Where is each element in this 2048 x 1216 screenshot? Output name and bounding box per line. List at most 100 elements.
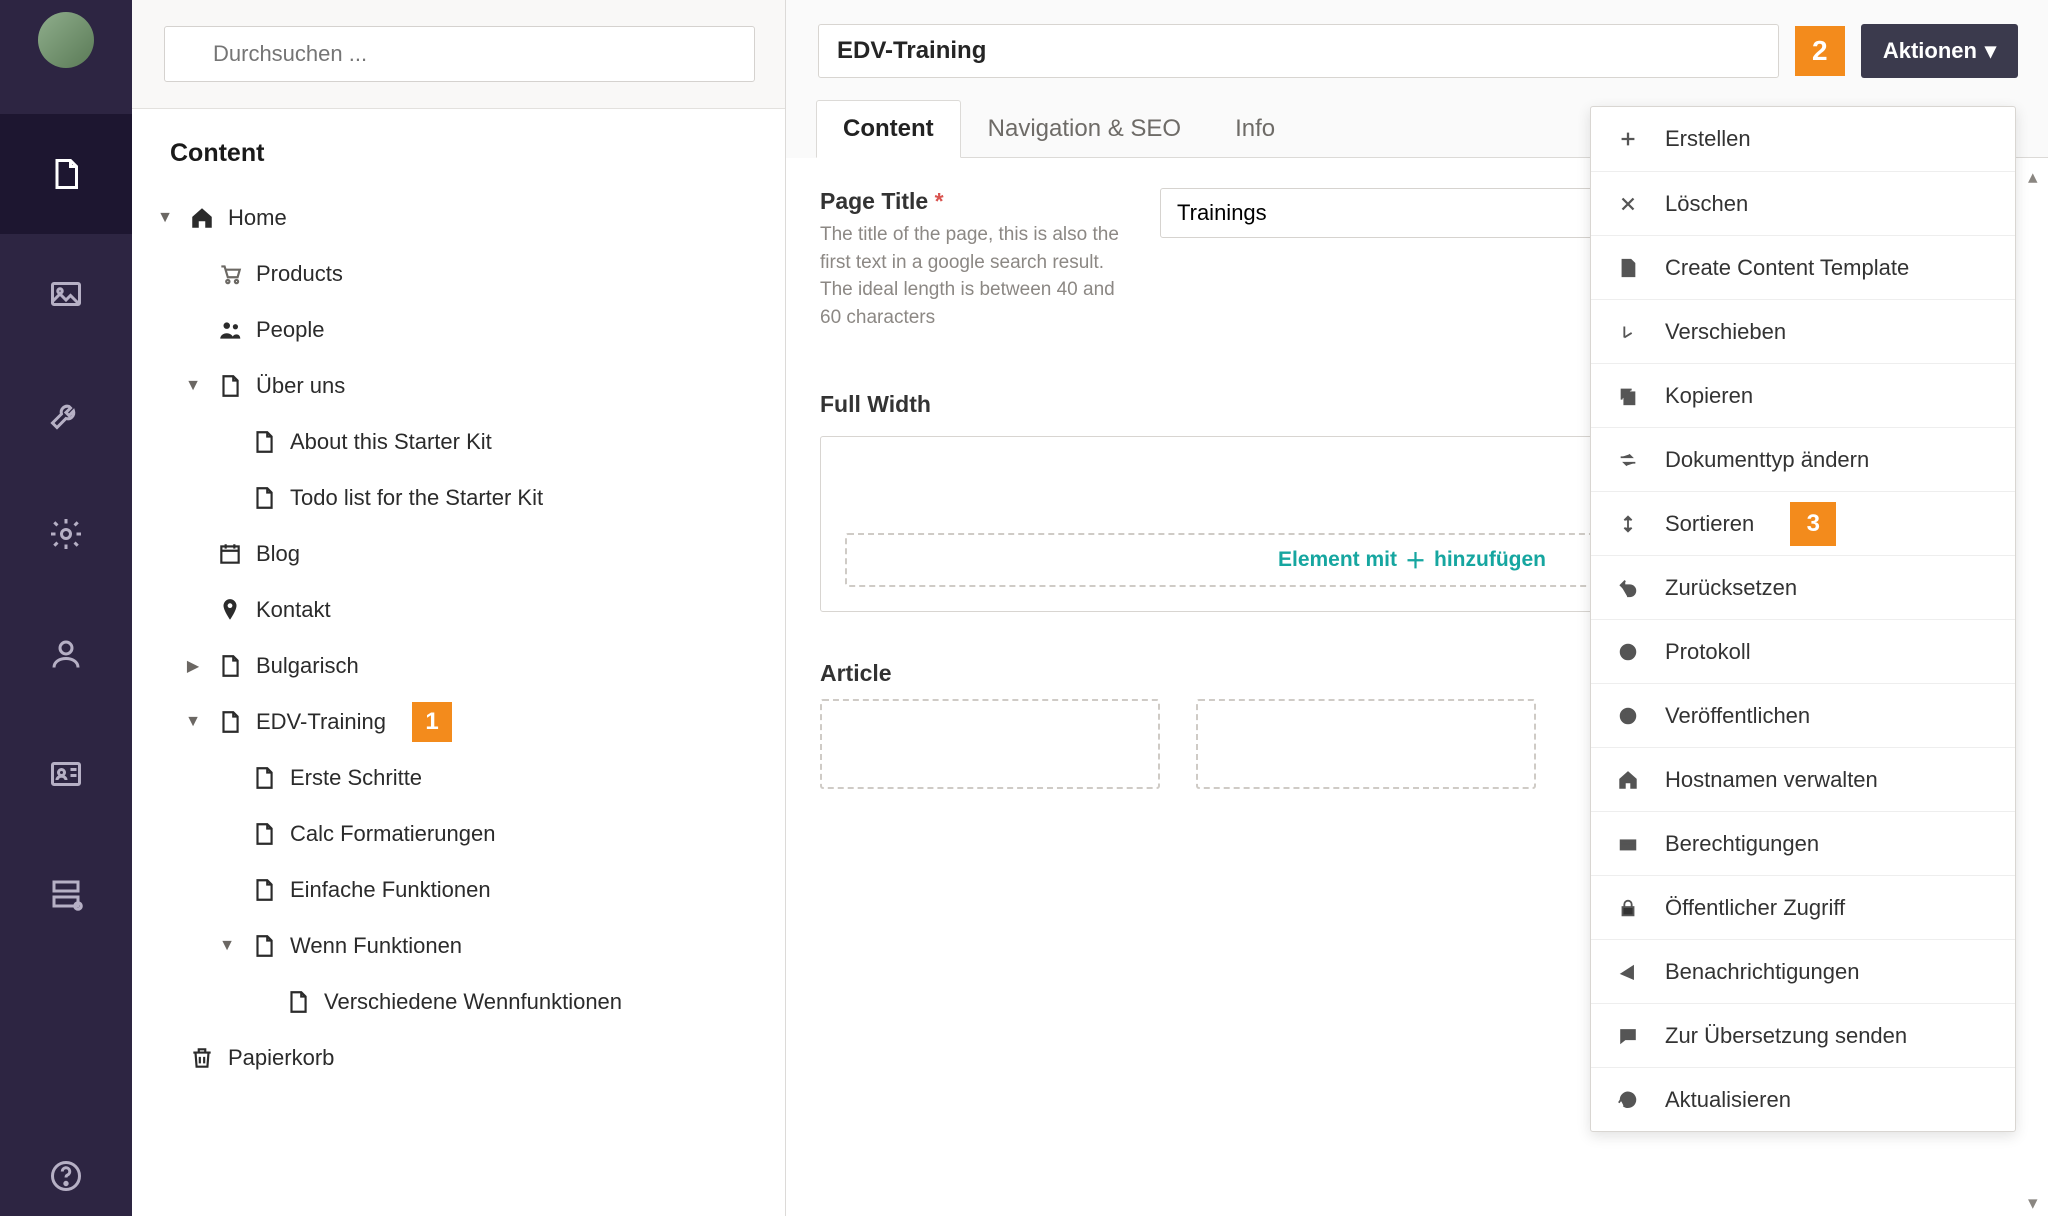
x-icon — [1615, 191, 1641, 217]
tree-node-erste[interactable]: • Erste Schritte — [146, 750, 765, 806]
rail-content[interactable] — [0, 114, 132, 234]
menu-item-label: Aktualisieren — [1665, 1087, 1791, 1113]
search-input[interactable] — [164, 26, 755, 82]
caret-right-icon[interactable]: ▶ — [182, 656, 204, 676]
actions-menu-item-undo[interactable]: Zurücksetzen — [1591, 555, 2015, 619]
image-icon — [48, 276, 84, 312]
actions-menu-item-sort[interactable]: Sortieren3 — [1591, 491, 2015, 555]
scroll-down-icon[interactable]: ▾ — [2028, 1192, 2042, 1206]
tree-node-uber-uns[interactable]: ▼ Über uns — [146, 358, 765, 414]
actions-menu-item-bell[interactable]: Benachrichtigungen — [1591, 939, 2015, 1003]
tree-label: Erste Schritte — [290, 765, 422, 791]
tree-node-home[interactable]: ▼ Home — [146, 190, 765, 246]
caret-down-icon[interactable]: ▼ — [216, 937, 238, 955]
menu-item-label: Zur Übersetzung senden — [1665, 1023, 1907, 1049]
tab-navigation-seo[interactable]: Navigation & SEO — [961, 100, 1208, 158]
actions-menu-item-home[interactable]: Hostnamen verwalten — [1591, 747, 2015, 811]
file-icon — [216, 708, 244, 736]
actions-button[interactable]: Aktionen ▾ — [1861, 24, 2018, 78]
lock-icon — [1615, 895, 1641, 921]
tree-node-edv[interactable]: ▼ EDV-Training 1 — [146, 694, 765, 750]
actions-menu-item-template[interactable]: Create Content Template — [1591, 235, 2015, 299]
rail-media[interactable] — [0, 234, 132, 354]
pin-icon — [216, 596, 244, 624]
rail-members[interactable] — [0, 714, 132, 834]
caret-down-icon[interactable]: ▼ — [182, 377, 204, 395]
globe-icon — [1615, 703, 1641, 729]
rail-settings-dev[interactable] — [0, 354, 132, 474]
rail-forms[interactable] — [0, 834, 132, 954]
help-icon — [48, 1158, 84, 1194]
actions-menu-item-perm[interactable]: Berechtigungen — [1591, 811, 2015, 875]
tree-label: About this Starter Kit — [290, 429, 492, 455]
tree-node-about[interactable]: • About this Starter Kit — [146, 414, 765, 470]
tab-content[interactable]: Content — [816, 100, 961, 158]
tree-node-products[interactable]: • Products — [146, 246, 765, 302]
file-icon — [250, 876, 278, 904]
refresh-icon — [1615, 1087, 1641, 1113]
plus-icon: ＋ — [1405, 545, 1426, 575]
caret-down-icon[interactable]: ▼ — [182, 713, 204, 731]
tree-label: Home — [228, 205, 287, 231]
menu-item-label: Veröffentlichen — [1665, 703, 1810, 729]
actions-menu-item-plus[interactable]: Erstellen — [1591, 107, 2015, 171]
file-icon — [250, 932, 278, 960]
menu-item-label: Löschen — [1665, 191, 1748, 217]
chevron-down-icon: ▾ — [1985, 38, 1996, 64]
tree-node-einfache[interactable]: • Einfache Funktionen — [146, 862, 765, 918]
actions-menu-item-copy[interactable]: Kopieren — [1591, 363, 2015, 427]
tree-node-wenn[interactable]: ▼ Wenn Funktionen — [146, 918, 765, 974]
tree-label: Einfache Funktionen — [290, 877, 491, 903]
actions-menu-item-swap[interactable]: Dokumenttyp ändern — [1591, 427, 2015, 491]
chat-icon — [1615, 1023, 1641, 1049]
file-icon — [216, 652, 244, 680]
rail-gear[interactable] — [0, 474, 132, 594]
actions-menu-item-x[interactable]: Löschen — [1591, 171, 2015, 235]
menu-item-label: Hostnamen verwalten — [1665, 767, 1878, 793]
file-icon — [250, 764, 278, 792]
article-slot[interactable] — [1196, 699, 1536, 789]
perm-icon — [1615, 831, 1641, 857]
actions-menu: ErstellenLöschenCreate Content TemplateV… — [1590, 106, 2016, 1132]
actions-menu-item-move[interactable]: Verschieben — [1591, 299, 2015, 363]
trash-icon — [188, 1044, 216, 1072]
actions-menu-item-clock[interactable]: Protokoll — [1591, 619, 2015, 683]
tree-node-people[interactable]: • People — [146, 302, 765, 358]
page-title-label: Page Title * — [820, 188, 1120, 215]
people-icon — [216, 316, 244, 344]
actions-menu-item-refresh[interactable]: Aktualisieren — [1591, 1067, 2015, 1131]
user-icon — [48, 636, 84, 672]
menu-item-label: Sortieren — [1665, 511, 1754, 537]
tree-node-kontakt[interactable]: • Kontakt — [146, 582, 765, 638]
actions-label: Aktionen — [1883, 38, 1977, 64]
menu-item-label: Kopieren — [1665, 383, 1753, 409]
scroll-up-icon[interactable]: ▴ — [2028, 166, 2042, 180]
sort-icon — [1615, 511, 1641, 537]
forms-icon — [48, 876, 84, 912]
copy-icon — [1615, 383, 1641, 409]
main-panel: 2 Aktionen ▾ Content Navigation & SEO In… — [786, 0, 2048, 1216]
actions-menu-item-lock[interactable]: Öffentlicher Zugriff — [1591, 875, 2015, 939]
tree-node-todo[interactable]: • Todo list for the Starter Kit — [146, 470, 765, 526]
tree-node-bulgarisch[interactable]: ▶ Bulgarisch — [146, 638, 765, 694]
menu-item-label: Benachrichtigungen — [1665, 959, 1859, 985]
actions-menu-item-globe[interactable]: Veröffentlichen — [1591, 683, 2015, 747]
tree-label: Kontakt — [256, 597, 331, 623]
actions-menu-item-chat[interactable]: Zur Übersetzung senden — [1591, 1003, 2015, 1067]
tab-info[interactable]: Info — [1208, 100, 1302, 158]
menu-item-label: Berechtigungen — [1665, 831, 1819, 857]
page-name-input[interactable] — [818, 24, 1779, 78]
rail-help[interactable] — [0, 1136, 132, 1216]
tree-label: Papierkorb — [228, 1045, 334, 1071]
tree-node-trash[interactable]: • Papierkorb — [146, 1030, 765, 1086]
callout-marker-1: 1 — [412, 702, 452, 742]
tree-label: Calc Formatierungen — [290, 821, 495, 847]
tree-node-calc[interactable]: • Calc Formatierungen — [146, 806, 765, 862]
rail-users[interactable] — [0, 594, 132, 714]
caret-down-icon[interactable]: ▼ — [154, 209, 176, 227]
tree-node-blog[interactable]: • Blog — [146, 526, 765, 582]
menu-item-label: Öffentlicher Zugriff — [1665, 895, 1845, 921]
tree-node-versch[interactable]: • Verschiedene Wennfunktionen — [146, 974, 765, 1030]
avatar[interactable] — [38, 12, 94, 68]
article-slot[interactable] — [820, 699, 1160, 789]
